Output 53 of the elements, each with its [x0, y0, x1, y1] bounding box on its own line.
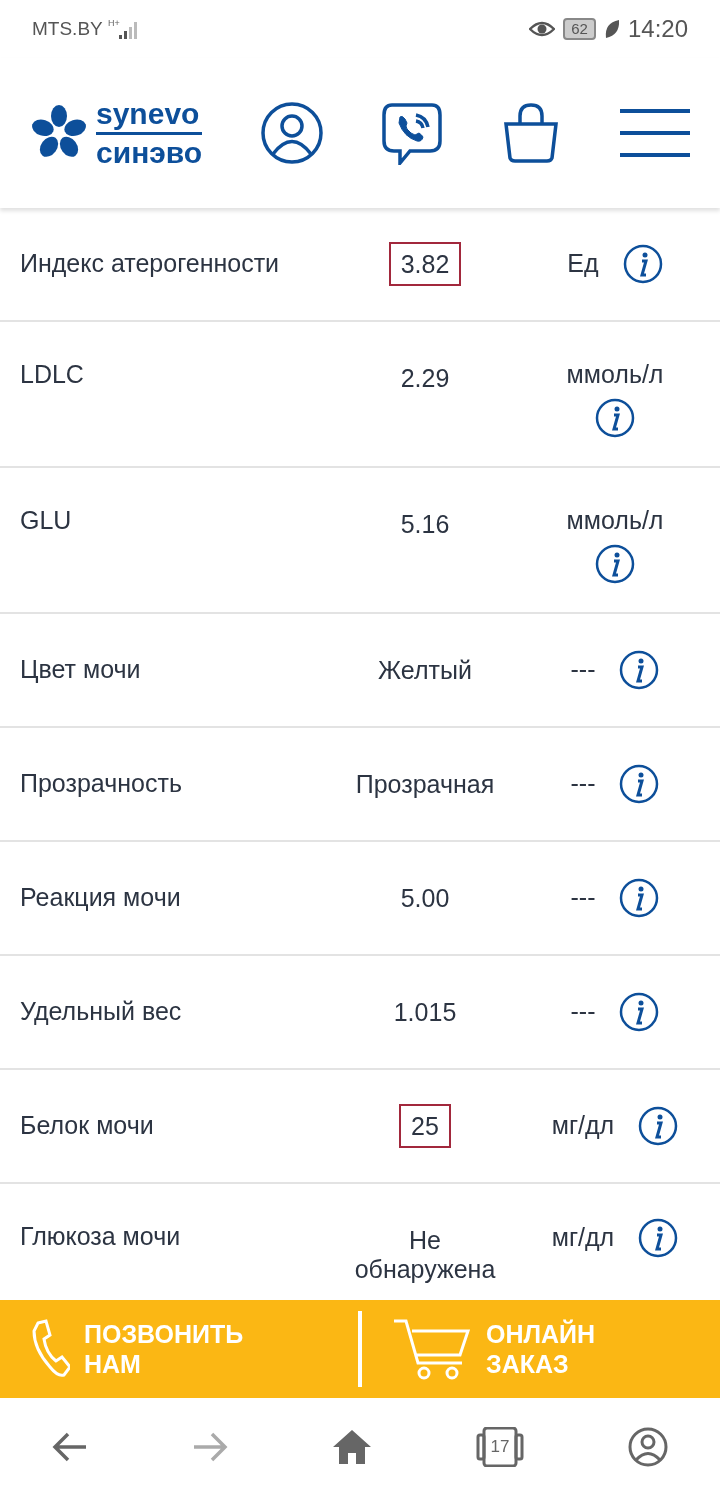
eye-icon: [529, 20, 556, 38]
profile-icon[interactable]: [628, 1427, 668, 1467]
unit-text: ---: [570, 768, 596, 800]
test-name: Удельный вес: [20, 997, 182, 1026]
test-name: Прозрачность: [20, 769, 182, 798]
result-value: 2.29: [399, 363, 451, 394]
cart-icon: [392, 1317, 472, 1381]
unit-text: ---: [570, 654, 596, 686]
user-icon[interactable]: [260, 101, 325, 165]
unit-text: мг/дл: [551, 1222, 615, 1254]
unit-text: Ед: [567, 248, 599, 280]
carrier-name: MTS.BY: [32, 16, 103, 41]
info-icon[interactable]: [595, 397, 635, 438]
back-arrow-icon[interactable]: [52, 1431, 88, 1463]
unit-text: ммоль/л: [566, 359, 664, 390]
result-value: 5.00: [399, 882, 451, 914]
flagged-result-value: 25: [399, 1103, 451, 1149]
battery-level: 62: [563, 18, 596, 40]
info-icon[interactable]: [619, 764, 660, 804]
test-name: GLU: [20, 506, 72, 534]
result-value: Желтый: [377, 654, 473, 686]
call-button[interactable]: ПОЗВОНИТЬ НАМ: [0, 1319, 358, 1379]
info-icon[interactable]: [619, 992, 660, 1032]
unit-text: ---: [570, 882, 596, 914]
result-value: 5.16: [399, 509, 451, 540]
info-icon[interactable]: [595, 543, 635, 584]
logo-text: synevo: [96, 98, 201, 129]
logo-text: синэво: [96, 137, 203, 168]
test-name: Индекс атерогенности: [20, 249, 280, 278]
clock: 14:20: [627, 14, 688, 44]
test-name: Глюкоза мочи: [20, 1222, 181, 1250]
phone-icon: [30, 1319, 70, 1379]
info-icon[interactable]: [619, 650, 660, 690]
result-value: Не обнаружена: [353, 1225, 497, 1285]
result-value: Прозрачная: [354, 768, 496, 800]
unit-text: ммоль/л: [566, 505, 664, 536]
phone-chat-icon[interactable]: [382, 101, 443, 165]
menu-icon[interactable]: [620, 108, 690, 158]
info-icon[interactable]: [638, 1218, 679, 1258]
test-name: LDLC: [20, 360, 84, 388]
info-icon[interactable]: [638, 1106, 679, 1146]
flagged-result-value: 3.82: [388, 241, 462, 287]
leaf-icon: [603, 19, 620, 39]
unit-text: ---: [570, 996, 596, 1028]
test-name: Белок мочи: [20, 1111, 154, 1140]
order-button[interactable]: ОНЛАЙН ЗАКАЗ: [362, 1317, 720, 1381]
result-value: 1.015: [392, 996, 458, 1028]
unit-text: мг/дл: [551, 1110, 615, 1142]
info-icon[interactable]: [622, 244, 663, 284]
home-icon[interactable]: [332, 1429, 372, 1465]
info-icon[interactable]: [619, 878, 660, 918]
test-name: Реакция мочи: [20, 883, 181, 912]
test-name: Цвет мочи: [20, 655, 141, 684]
